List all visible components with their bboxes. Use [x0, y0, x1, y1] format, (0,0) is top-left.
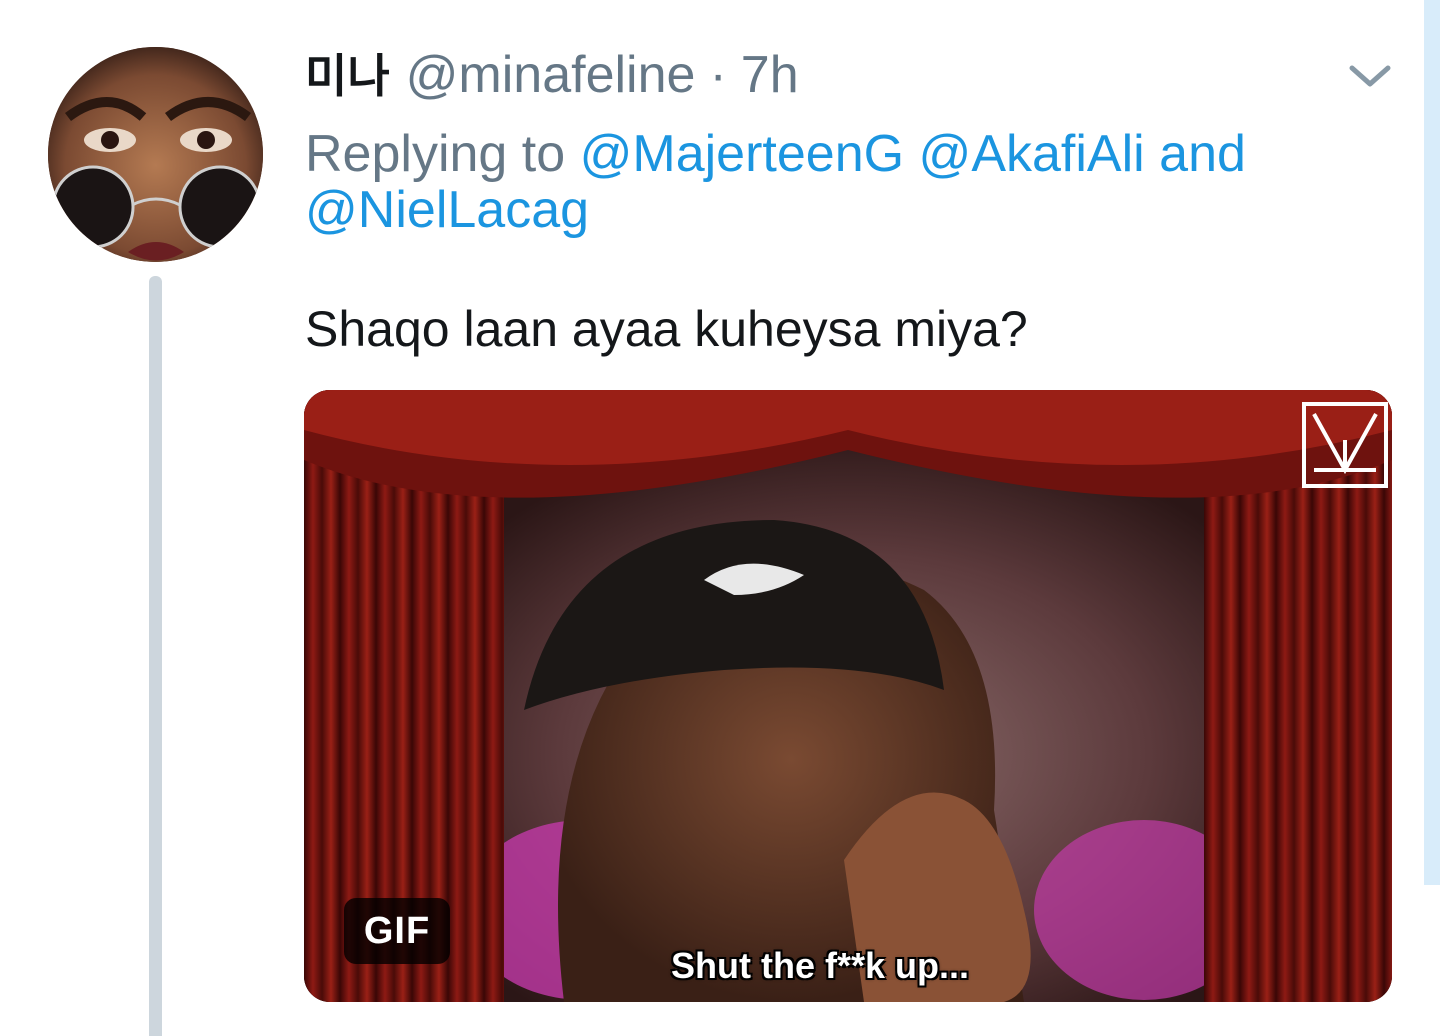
- gif-badge: GIF: [344, 898, 450, 964]
- scrollbar[interactable]: [1424, 0, 1440, 885]
- mention-link[interactable]: @AkafiAli: [919, 125, 1145, 183]
- tweet-header: 미나 @minafeline · 7h: [305, 45, 799, 105]
- separator-dot: ·: [709, 46, 727, 104]
- thread-connector-line: [149, 276, 162, 1036]
- timestamp[interactable]: 7h: [741, 45, 799, 105]
- mention-link[interactable]: @NielLacag: [305, 181, 589, 239]
- gif-frame-image: [304, 390, 1392, 1002]
- replying-prefix: Replying to: [305, 125, 566, 183]
- display-name[interactable]: 미나: [305, 46, 390, 106]
- gif-media[interactable]: [304, 390, 1392, 1002]
- tweet-text: Shaqo laan ayaa kuheysa miya?: [305, 301, 1028, 357]
- chevron-down-icon[interactable]: [1346, 60, 1394, 90]
- avatar-image: [48, 47, 263, 262]
- replying-joiner: and: [1159, 125, 1246, 183]
- mention-link[interactable]: @MajerteenG: [580, 125, 904, 183]
- user-handle[interactable]: @minafeline: [406, 45, 696, 105]
- gif-caption: Shut the f**k up...: [670, 945, 969, 986]
- avatar[interactable]: [48, 47, 263, 262]
- replying-to: Replying to @MajerteenG @AkafiAli and @N…: [305, 126, 1405, 238]
